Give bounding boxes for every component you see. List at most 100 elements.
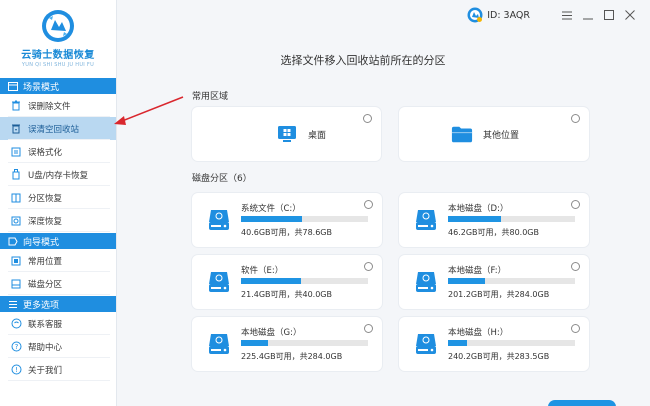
nav-item-label: U盘/内存卡恢复	[28, 170, 89, 181]
partition-name: 本地磁盘（G:）	[241, 328, 302, 338]
nav-item-disk-partitions[interactable]: 磁盘分区	[0, 272, 116, 295]
app-subtitle: YUN QI SHI SHU JU HUI FU	[21, 62, 95, 68]
location-label: 桌面	[308, 130, 327, 141]
usage-bar-fill	[241, 278, 301, 284]
usage-bar	[448, 340, 575, 346]
nav-item-label: 磁盘分区	[28, 279, 63, 290]
maximize-button[interactable]	[601, 7, 617, 23]
section-header-scene-mode: 场景模式	[0, 78, 116, 94]
hard-disk-icon	[208, 208, 230, 235]
nav-item-label: 帮助中心	[28, 342, 63, 353]
sidebar: 云骑士数据恢复 YUN QI SHI SHU JU HUI FU 场景模式 误删…	[0, 0, 117, 406]
partition-size: 21.4GB可用，共40.0GB	[241, 290, 332, 299]
usage-bar	[448, 216, 575, 222]
section-title: 向导模式	[23, 237, 60, 248]
page-title: 选择文件移入回收站前所在的分区	[280, 54, 446, 67]
desktop-icon	[276, 123, 298, 145]
hard-disk-icon	[208, 270, 230, 297]
usage-bar-fill	[241, 340, 268, 346]
next-button[interactable]	[548, 400, 616, 406]
section-title: 更多选项	[23, 300, 60, 311]
partition-name: 本地磁盘（D:）	[448, 204, 509, 214]
help-icon: ?	[10, 341, 22, 353]
support-icon	[10, 318, 22, 330]
nav-item-label: 分区恢复	[28, 193, 63, 204]
nav-item-deep-recovery[interactable]: 深度恢复	[0, 209, 116, 232]
section-title: 场景模式	[23, 82, 60, 93]
nav-item-format[interactable]: 误格式化	[0, 140, 116, 163]
partition-card[interactable]: 本地磁盘（D:） 46.2GB可用，共80.0GB	[399, 193, 589, 247]
nav-item-deleted-files[interactable]: 误删除文件	[0, 94, 116, 117]
partition-card[interactable]: 软件（E:） 21.4GB可用，共40.0GB	[192, 255, 382, 309]
nav-item-help-center[interactable]: ? 帮助中心	[0, 335, 116, 358]
partition-size: 240.2GB可用，共283.5GB	[448, 352, 550, 361]
nav-item-label: 误格式化	[28, 147, 63, 158]
recycle-bin-icon	[10, 123, 22, 135]
select-radio[interactable]	[571, 262, 580, 271]
main-content: 选择文件移入回收站前所在的分区 常用区域 桌面 其他位置 磁盘分区（6） 系统文…	[118, 30, 650, 406]
usb-icon	[10, 169, 22, 181]
nav-item-about-us[interactable]: ! 关于我们	[0, 358, 116, 381]
select-radio[interactable]	[363, 114, 372, 123]
disk-partitions-label: 磁盘分区（6）	[192, 174, 252, 184]
more-options-icon	[9, 300, 17, 308]
select-radio[interactable]	[571, 114, 580, 123]
nav-item-label: 常用位置	[28, 256, 63, 267]
partition-name: 系统文件（C:）	[241, 204, 301, 214]
usage-bar-fill	[241, 216, 302, 222]
usage-bar	[241, 340, 368, 346]
partition-name: 本地磁盘（F:）	[448, 266, 507, 276]
partition-card[interactable]: 系统文件（C:） 40.6GB可用，共78.6GB	[192, 193, 382, 247]
minimize-button[interactable]	[580, 7, 596, 23]
usage-bar	[241, 216, 368, 222]
close-button[interactable]	[622, 7, 638, 23]
hard-disk-icon	[208, 332, 230, 359]
nav-item-partition-recovery[interactable]: 分区恢复	[0, 186, 116, 209]
wizard-mode-icon	[8, 237, 18, 245]
menu-button[interactable]	[559, 7, 575, 23]
user-avatar-icon	[467, 7, 483, 23]
select-radio[interactable]	[571, 200, 580, 209]
partition-name: 本地磁盘（H:）	[448, 328, 509, 338]
partition-card[interactable]: 本地磁盘（G:） 225.4GB可用，共284.0GB	[192, 317, 382, 371]
partition-size: 201.2GB可用，共284.0GB	[448, 290, 550, 299]
select-radio[interactable]	[364, 324, 373, 333]
nav-item-label: 关于我们	[28, 365, 63, 376]
select-radio[interactable]	[364, 200, 373, 209]
location-card-other[interactable]: 其他位置	[399, 107, 589, 161]
info-icon: !	[10, 364, 22, 376]
location-icon	[10, 255, 22, 267]
hard-disk-icon	[415, 332, 437, 359]
hard-disk-icon	[415, 208, 437, 235]
partition-card[interactable]: 本地磁盘（H:） 240.2GB可用，共283.5GB	[399, 317, 589, 371]
user-badge[interactable]: ID: 3AQR	[467, 7, 530, 23]
scene-mode-icon	[8, 81, 18, 91]
select-radio[interactable]	[364, 262, 373, 271]
select-radio[interactable]	[571, 324, 580, 333]
svg-text:!: !	[15, 366, 18, 374]
partition-size: 46.2GB可用，共80.0GB	[448, 228, 539, 237]
app-name: 云骑士数据恢复	[21, 50, 95, 61]
usage-bar-fill	[448, 278, 485, 284]
partition-name: 软件（E:）	[241, 266, 284, 276]
usage-bar-fill	[448, 340, 468, 346]
usage-bar-fill	[448, 216, 502, 222]
nav-item-common-locations[interactable]: 常用位置	[0, 249, 116, 272]
nav-item-recycle-bin[interactable]: 误清空回收站	[0, 117, 116, 140]
partition-card[interactable]: 本地磁盘（F:） 201.2GB可用，共284.0GB	[399, 255, 589, 309]
usage-bar	[448, 278, 575, 284]
titlebar: ID: 3AQR	[117, 0, 650, 30]
logo-icon	[42, 10, 74, 42]
folder-icon	[451, 123, 473, 145]
nav-item-usb-recovery[interactable]: U盘/内存卡恢复	[0, 163, 116, 186]
nav-item-label: 联系客服	[28, 319, 63, 330]
nav-item-contact-support[interactable]: 联系客服	[0, 312, 116, 335]
minimize-icon	[583, 18, 593, 19]
app-logo: 云骑士数据恢复 YUN QI SHI SHU JU HUI FU	[0, 0, 116, 78]
hard-disk-icon	[415, 270, 437, 297]
location-card-desktop[interactable]: 桌面	[192, 107, 381, 161]
close-icon	[625, 10, 635, 20]
nav-item-label: 深度恢复	[28, 216, 63, 227]
menu-icon	[562, 11, 572, 19]
partition-size: 225.4GB可用，共284.0GB	[241, 352, 343, 361]
